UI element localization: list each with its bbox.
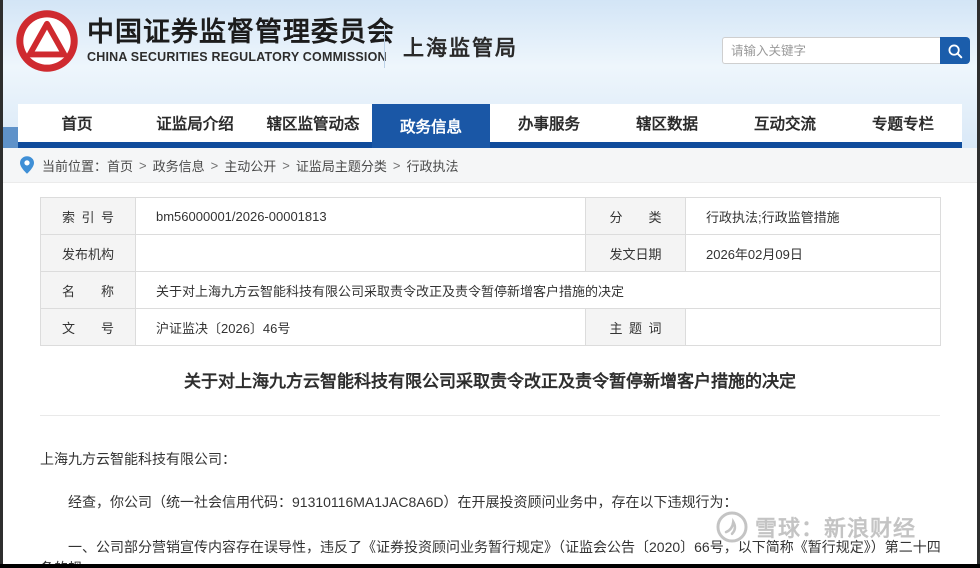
breadcrumb: 当前位置： 首页 > 政务信息 > 主动公开 > 证监局主题分类 > 行政执法 xyxy=(3,148,977,183)
header-divider xyxy=(384,26,385,68)
doc-info-row: 名称 关于对上海九方云智能科技有限公司采取责令改正及责令暂停新增客户措施的决定 xyxy=(40,271,941,309)
breadcrumb-item-gov-info[interactable]: 政务信息 xyxy=(153,156,205,175)
title-divider xyxy=(40,415,940,416)
doc-info-row: 文号 沪证监决〔2026〕46号 主题词 xyxy=(40,308,941,346)
location-pin-icon xyxy=(20,156,34,174)
category-value: 行政执法;行政监管措施 xyxy=(685,197,941,235)
doc-info-row: 索引号 bm56000001/2026-00001813 分类 行政执法;行政监… xyxy=(40,197,941,235)
doc-number-value: 沪证监决〔2026〕46号 xyxy=(135,308,586,346)
breadcrumb-item-home[interactable]: 首页 xyxy=(107,156,133,175)
org-title-block: 中国证券监督管理委员会 CHINA SECURITIES REGULATORY … xyxy=(87,16,395,66)
site-header: 中国证券监督管理委员会 CHINA SECURITIES REGULATORY … xyxy=(3,0,977,148)
org-name-en: CHINA SECURITIES REGULATORY COMMISSION xyxy=(87,50,387,64)
breadcrumb-separator: > xyxy=(139,157,147,173)
document-title: 关于对上海九方云智能科技有限公司采取责令改正及责令暂停新增客户措施的决定 xyxy=(184,372,796,391)
breadcrumb-separator: > xyxy=(282,157,290,173)
tab-interaction[interactable]: 互动交流 xyxy=(726,104,844,142)
doc-paragraph-addressee: 上海九方云智能科技有限公司： xyxy=(40,451,236,467)
tab-home[interactable]: 首页 xyxy=(18,104,136,142)
csrc-seal-logo xyxy=(15,9,79,73)
keywords-value xyxy=(685,308,941,346)
doc-number-label: 文号 xyxy=(40,308,136,346)
category-label: 分类 xyxy=(585,197,686,235)
tab-regional-data[interactable]: 辖区数据 xyxy=(608,104,726,142)
breadcrumb-prefix: 当前位置： xyxy=(42,158,108,174)
tab-regional-news[interactable]: 辖区监管动态 xyxy=(254,104,372,142)
search-input[interactable] xyxy=(722,37,940,64)
main-nav: 首页 证监局介绍 辖区监管动态 政务信息 办事服务 辖区数据 互动交流 专题专栏 xyxy=(18,104,962,148)
tab-services[interactable]: 办事服务 xyxy=(490,104,608,142)
tab-gov-info[interactable]: 政务信息 xyxy=(372,104,490,148)
index-number-label: 索引号 xyxy=(40,197,136,235)
keywords-label: 主题词 xyxy=(585,308,686,346)
content-area: 索引号 bm56000001/2026-00001813 分类 行政执法;行政监… xyxy=(3,184,977,564)
breadcrumb-item-proactive-disclosure[interactable]: 主动公开 xyxy=(224,156,276,175)
search-icon xyxy=(946,42,964,60)
doc-paragraph-findings: 经查，你公司（统一社会信用代码：91310116MA1JAC8A6D）在开展投资… xyxy=(68,494,738,510)
breadcrumb-separator: > xyxy=(210,157,219,173)
bureau-name: 上海监管局 xyxy=(403,37,518,60)
doc-info-table: 索引号 bm56000001/2026-00001813 分类 行政执法;行政监… xyxy=(40,197,941,346)
page: 中国证券监督管理委员会 CHINA SECURITIES REGULATORY … xyxy=(3,0,977,564)
breadcrumb-separator: > xyxy=(392,157,401,173)
issuer-label: 发布机构 xyxy=(40,234,136,272)
tab-bureau-intro[interactable]: 证监局介绍 xyxy=(136,104,254,142)
breadcrumb-item-enforcement[interactable]: 行政执法 xyxy=(406,156,458,175)
issue-date-label: 发文日期 xyxy=(585,234,686,272)
doc-name-label: 名称 xyxy=(40,271,136,309)
window-bottom-edge xyxy=(0,564,980,568)
breadcrumb-item-topic-category[interactable]: 证监局主题分类 xyxy=(296,156,387,175)
issue-date-value: 2026年02月09日 xyxy=(685,234,941,272)
search-bar xyxy=(722,37,970,64)
doc-paragraph-violation-1: 一、公司部分营销宣传内容存在误导性，违反了《证券投资顾问业务暂行规定》（证监会公… xyxy=(40,539,941,564)
issuer-value xyxy=(135,234,586,272)
nav-strip-stub xyxy=(3,127,18,148)
search-button[interactable] xyxy=(940,37,970,64)
org-name-cn: 中国证券监督管理委员会 xyxy=(87,17,395,47)
doc-name-value: 关于对上海九方云智能科技有限公司采取责令改正及责令暂停新增客户措施的决定 xyxy=(135,271,941,309)
doc-info-row: 发布机构 发文日期 2026年02月09日 xyxy=(40,234,941,272)
index-number-value: bm56000001/2026-00001813 xyxy=(135,197,586,235)
tab-special-topics[interactable]: 专题专栏 xyxy=(844,104,962,142)
